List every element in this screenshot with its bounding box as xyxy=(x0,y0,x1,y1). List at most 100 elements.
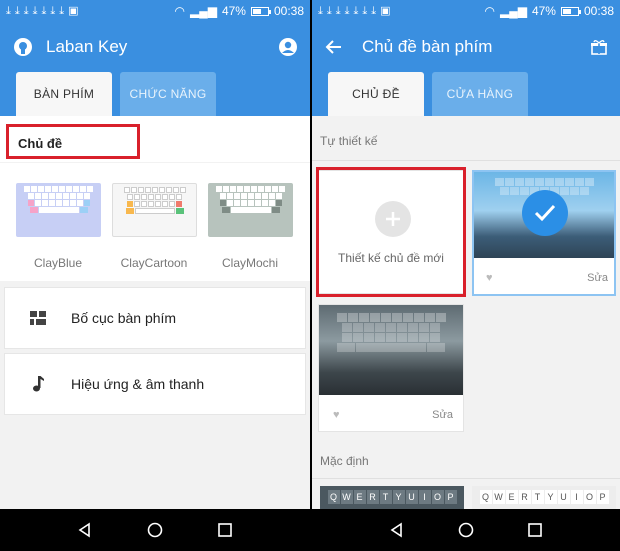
theme-name: ClayBlue xyxy=(33,256,83,270)
edit-link[interactable]: Sửa xyxy=(587,272,608,284)
left-screen: ⤓ ⤓ ⤓ ⤓ ⤓ ⤓ ⤓ ▣ ◠ ▂▄▆ 47% 00:38 Laban Ke… xyxy=(0,0,310,551)
keyboard-key: W xyxy=(492,490,505,504)
download-icon: ⤓ xyxy=(32,4,38,17)
check-icon xyxy=(522,190,568,236)
page-title: Chủ đề bàn phím xyxy=(362,37,493,56)
heart-icon[interactable]: ♥ xyxy=(333,409,340,421)
heart-icon[interactable]: ♥ xyxy=(486,272,493,284)
keyboard-key: Y xyxy=(544,490,557,504)
right-screen: ⤓ ⤓ ⤓ ⤓ ⤓ ⤓ ⤓ ▣ ◠ ▂▄▆ 47% 00:38 Chủ đề b… xyxy=(312,0,620,551)
signal-icon: ▂▄▆ xyxy=(499,4,527,18)
gift-icon[interactable] xyxy=(590,39,608,55)
keyboard-key: P xyxy=(596,490,609,504)
status-bar: ⤓ ⤓ ⤓ ⤓ ⤓ ⤓ ⤓ ▣ ◠ ▂▄▆ 47% 00:38 xyxy=(312,0,620,22)
theme-preview xyxy=(319,305,463,395)
nav-bar xyxy=(0,509,310,551)
download-icon: ⤓ xyxy=(23,4,29,17)
image-icon: ▣ xyxy=(380,4,391,17)
keyboard-key: O xyxy=(431,490,444,504)
battery-percent: 47% xyxy=(221,4,246,18)
download-icon: ⤓ xyxy=(362,4,368,17)
divider xyxy=(312,160,620,161)
theme-claymochi-preview[interactable] xyxy=(208,183,293,237)
default-theme-dark-preview[interactable]: QWERTYUIOP xyxy=(320,486,464,510)
keyboard-layout-icon xyxy=(30,311,46,325)
default-theme-light-preview[interactable]: QWERTYUIOP xyxy=(472,486,616,510)
keyboard-key: T xyxy=(531,490,544,504)
theme-gallery: ClayBlue ClayCartoon ClayMochi xyxy=(0,163,310,281)
home-nav-icon[interactable] xyxy=(458,522,474,538)
music-note-icon xyxy=(33,376,44,392)
menu-keyboard-layout[interactable]: Bố cục bàn phím xyxy=(4,287,306,349)
app-bar: Chủ đề bàn phím xyxy=(312,22,620,72)
theme-preview xyxy=(474,172,614,258)
account-icon[interactable] xyxy=(278,37,298,57)
theme-clayblue-preview[interactable] xyxy=(16,183,101,237)
download-icon: ⤓ xyxy=(353,4,359,17)
notification-icons: ⤓ ⤓ ⤓ ⤓ ⤓ ⤓ ⤓ ▣ xyxy=(6,4,174,17)
tab-functions[interactable]: CHỨC NĂNG xyxy=(120,72,216,116)
back-arrow-icon[interactable] xyxy=(324,39,342,55)
keyboard-key: I xyxy=(418,490,431,504)
theme-claycartoon-preview[interactable] xyxy=(112,183,197,237)
clock: 00:38 xyxy=(273,4,304,18)
status-bar: ⤓ ⤓ ⤓ ⤓ ⤓ ⤓ ⤓ ▣ ◠ ▂▄▆ 47% 00:38 xyxy=(0,0,310,22)
theme-name: ClayCartoon xyxy=(120,256,188,270)
download-icon: ⤓ xyxy=(41,4,47,17)
battery-icon xyxy=(560,6,581,16)
nav-bar xyxy=(312,509,620,551)
tab-store[interactable]: CỬA HÀNG xyxy=(432,72,528,116)
recents-nav-icon[interactable] xyxy=(217,522,233,538)
signal-icon: ▂▄▆ xyxy=(189,4,217,18)
keyboard-key: T xyxy=(379,490,392,504)
tab-themes[interactable]: CHỦ ĐỀ xyxy=(328,72,424,116)
menu-effects-sound[interactable]: Hiệu ứng & âm thanh xyxy=(4,353,306,415)
keyboard-key: W xyxy=(340,490,353,504)
keyboard-key: Q xyxy=(327,490,340,504)
download-icon: ⤓ xyxy=(326,4,332,17)
default-section-label: Mặc định xyxy=(320,454,369,468)
back-nav-icon[interactable] xyxy=(389,522,405,538)
download-icon: ⤓ xyxy=(335,4,341,17)
keyboard-key: Y xyxy=(392,490,405,504)
battery-icon xyxy=(250,6,271,16)
notification-icons: ⤓ ⤓ ⤓ ⤓ ⤓ ⤓ ⤓ ▣ xyxy=(318,4,484,17)
keyboard-key: R xyxy=(518,490,531,504)
download-icon: ⤓ xyxy=(344,4,350,17)
tab-keyboard[interactable]: BÀN PHÍM xyxy=(16,72,112,116)
divider xyxy=(312,478,620,479)
menu-label: Bố cục bàn phím xyxy=(71,310,177,326)
download-icon: ⤓ xyxy=(59,4,65,17)
keyboard-key: O xyxy=(583,490,596,504)
recents-nav-icon[interactable] xyxy=(527,522,543,538)
highlight-box xyxy=(6,124,140,159)
keyboard-key: R xyxy=(366,490,379,504)
keyboard-key: Q xyxy=(479,490,492,504)
keyboard-key: P xyxy=(444,490,457,504)
clock: 00:38 xyxy=(583,4,614,18)
keyboard-key: U xyxy=(557,490,570,504)
menu-label: Hiệu ứng & âm thanh xyxy=(71,376,205,392)
app-title: Laban Key xyxy=(46,37,128,56)
keyboard-key: E xyxy=(353,490,366,504)
home-nav-icon[interactable] xyxy=(147,522,163,538)
download-icon: ⤓ xyxy=(14,4,20,17)
keyboard-key: E xyxy=(505,490,518,504)
highlight-box xyxy=(316,167,466,297)
edit-link[interactable]: Sửa xyxy=(432,409,453,421)
download-icon: ⤓ xyxy=(6,4,11,17)
download-icon: ⤓ xyxy=(318,4,323,17)
keyboard-key: I xyxy=(570,490,583,504)
keyboard-key: U xyxy=(405,490,418,504)
wifi-icon: ◠ xyxy=(484,4,495,18)
download-icon: ⤓ xyxy=(50,4,56,17)
download-icon: ⤓ xyxy=(371,4,377,17)
selected-theme-card[interactable]: ♥ Sửa xyxy=(472,170,616,296)
tab-bar: BÀN PHÍM CHỨC NĂNG xyxy=(0,72,310,116)
wifi-icon: ◠ xyxy=(174,4,185,18)
back-nav-icon[interactable] xyxy=(77,522,93,538)
theme-name: ClayMochi xyxy=(221,256,278,270)
custom-theme-card[interactable]: ♥ Sửa xyxy=(318,304,464,432)
laban-logo-icon xyxy=(14,38,32,56)
app-bar: Laban Key xyxy=(0,22,310,72)
